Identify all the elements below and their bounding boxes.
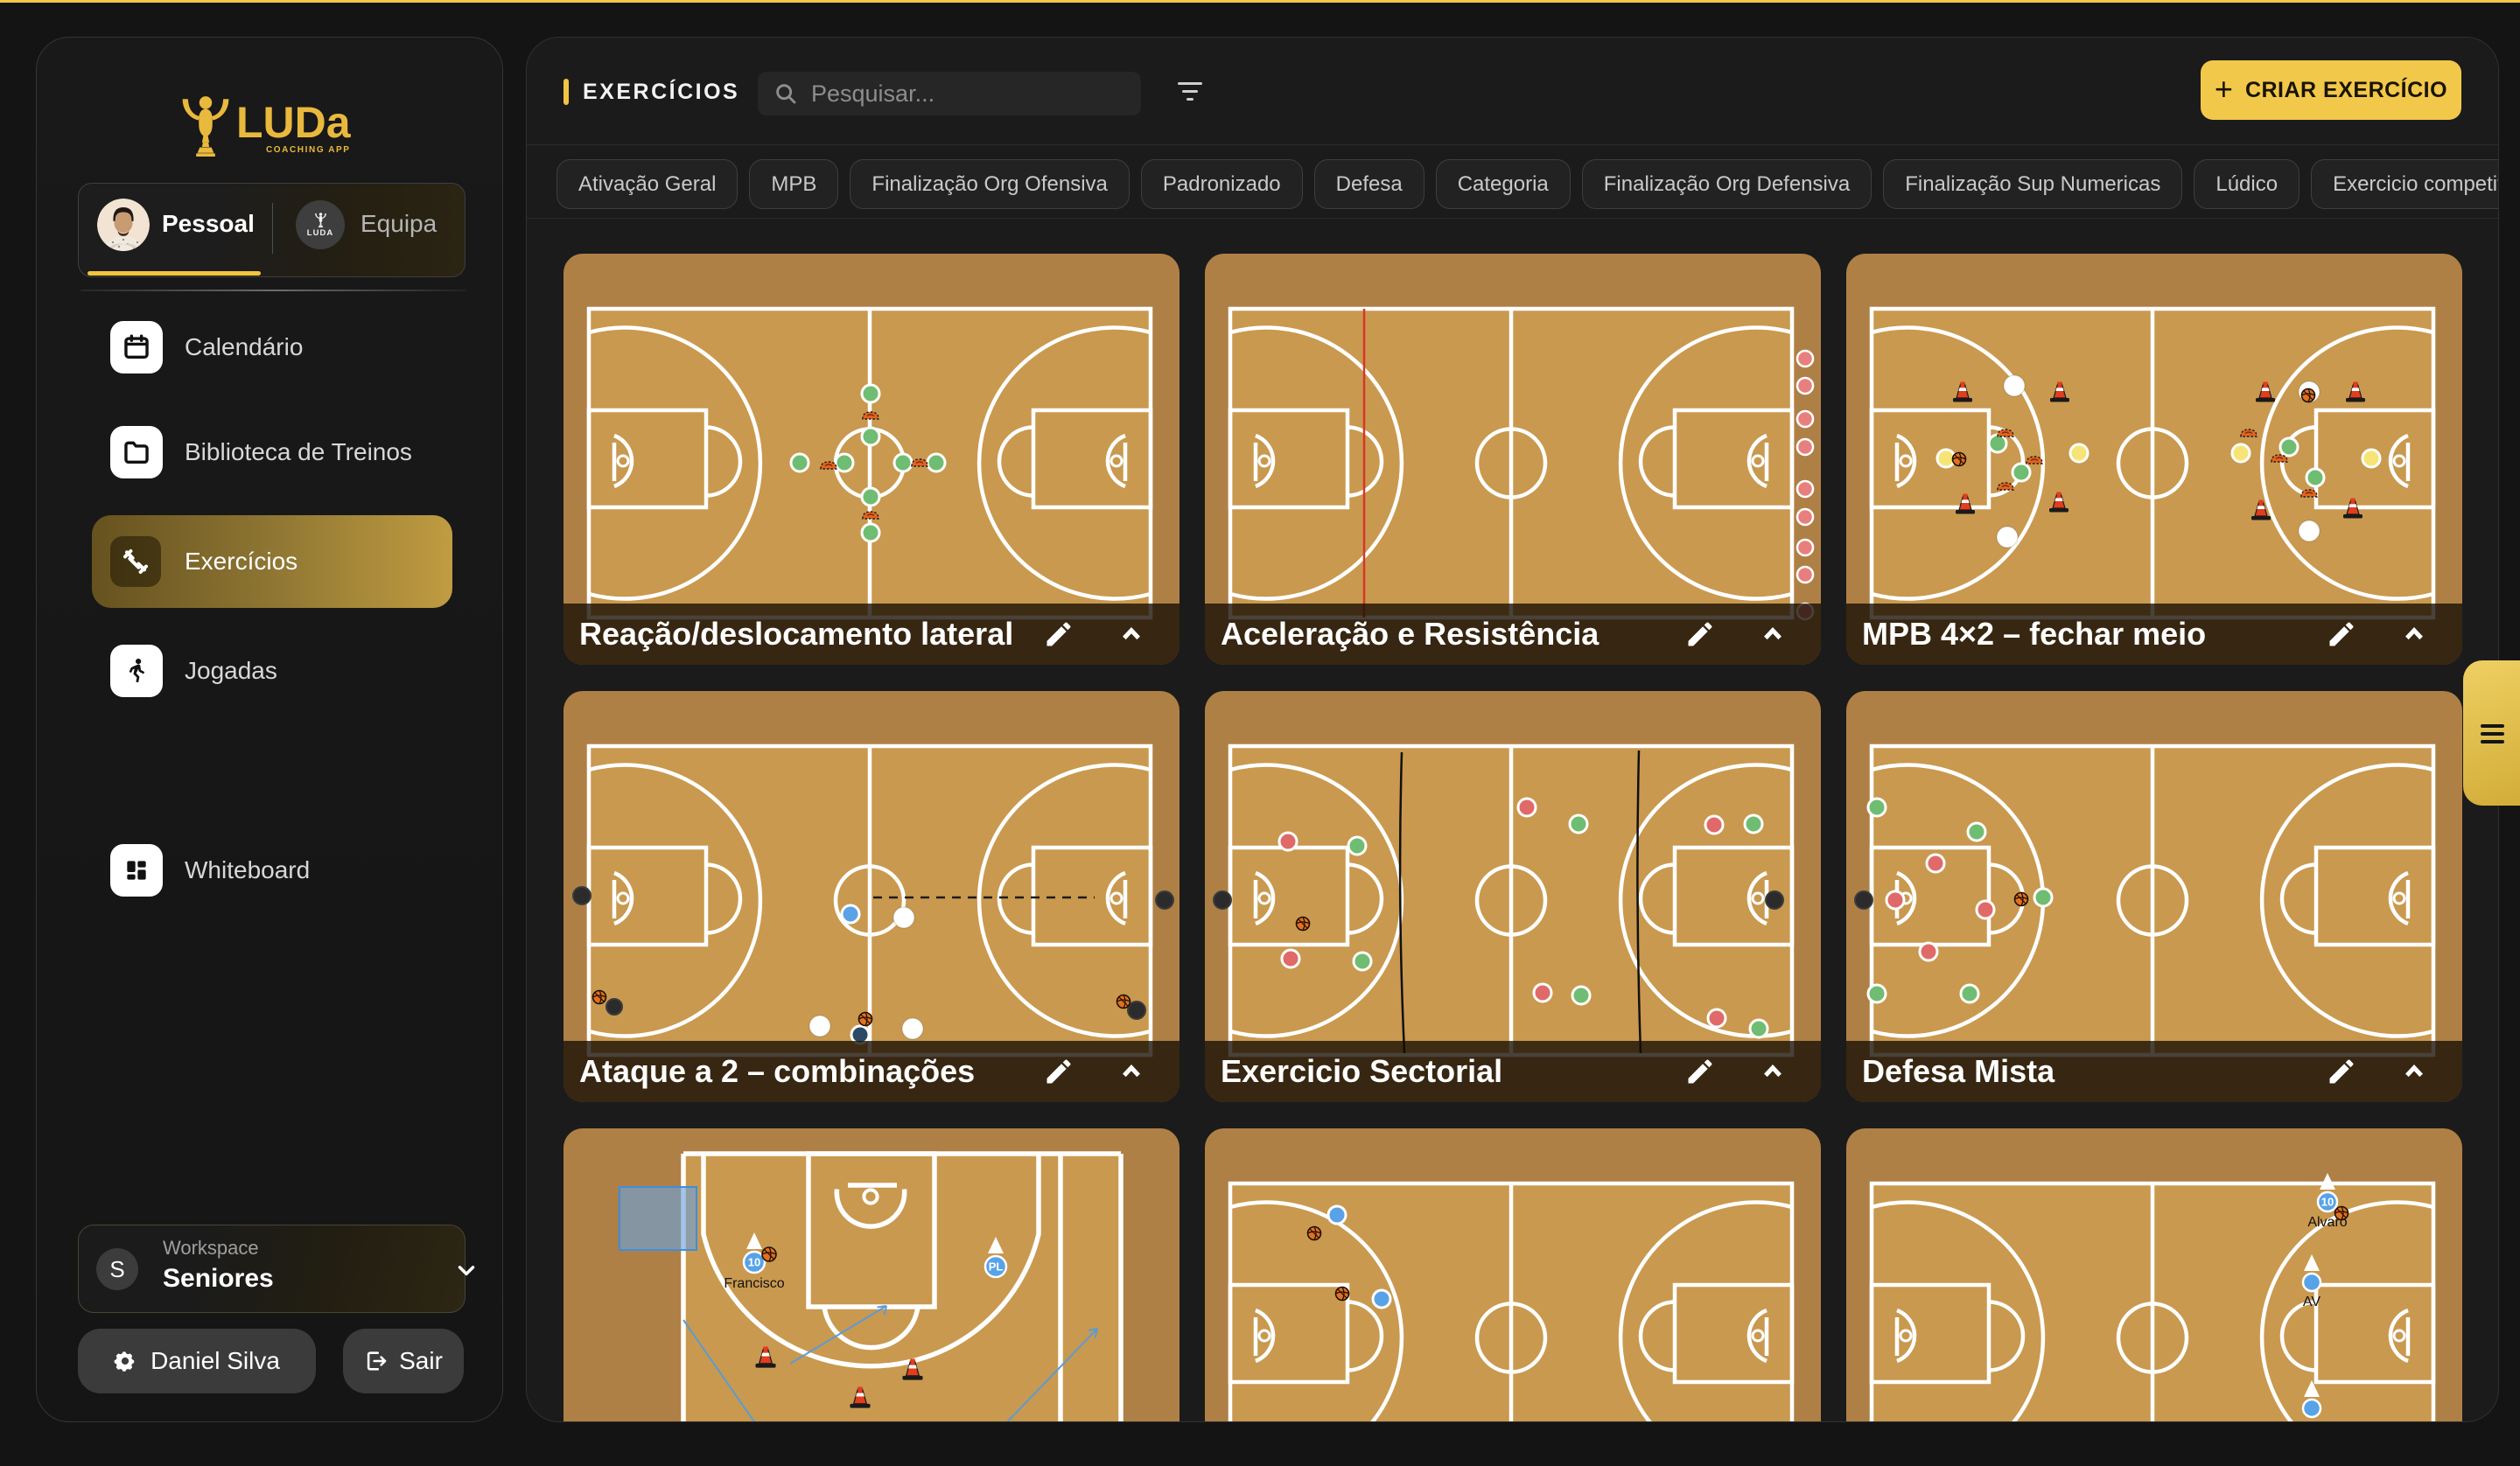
svg-text:Francisco: Francisco: [724, 1276, 784, 1291]
svg-text:10: 10: [748, 1256, 760, 1269]
svg-text:PL: PL: [989, 1260, 1004, 1274]
svg-text:10: 10: [2321, 1196, 2334, 1209]
svg-text:AV: AV: [2303, 1295, 2320, 1309]
